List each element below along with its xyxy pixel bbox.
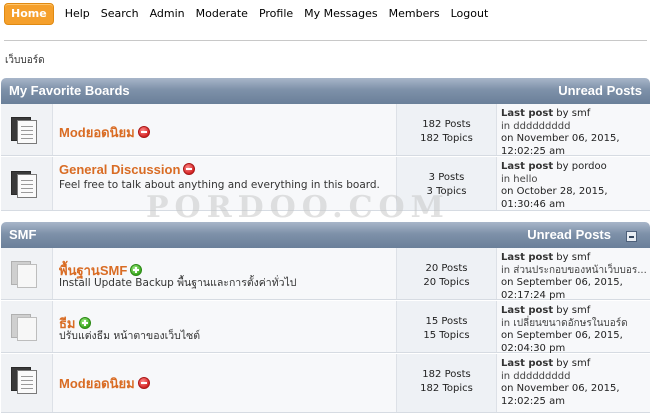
last-post-label: Last post (501, 108, 554, 119)
menu-help[interactable]: Help (65, 4, 90, 24)
last-post-info: Last post by pordoo in hello on October … (497, 157, 650, 210)
last-post-author[interactable]: by smf (556, 358, 590, 369)
board-status-red-icon (137, 126, 150, 138)
last-post-info: Last post by smf in ddddddddd on Novembe… (497, 354, 650, 412)
menu-profile[interactable]: Profile (259, 4, 293, 24)
board-row: General Discussion Feel free to talk abo… (1, 157, 650, 211)
board-row: ธีม ปรับแต่งธีม หน้าตาของเว็บไซต์ 15 Pos… (1, 301, 650, 354)
board-description: ปรับแต่งธีม หน้าตาของเว็บไซต์ (59, 330, 201, 342)
board-topics-count: 3 Topics (426, 186, 467, 197)
breadcrumb[interactable]: เว็บบอร์ด (5, 53, 45, 68)
board-row: Modยอดนิยม 182 Posts 182 Topics Last pos… (1, 104, 650, 157)
board-posts-count: 20 Posts (425, 263, 468, 274)
category-title[interactable]: SMF (9, 227, 36, 242)
board-unread-icon[interactable] (11, 312, 42, 342)
board-name[interactable]: Modยอดนิยม (59, 373, 150, 394)
menu-my-messages[interactable]: My Messages (304, 4, 377, 24)
board-posts-count: 3 Posts (428, 172, 465, 183)
category-header-smf: SMF Unread Posts (1, 222, 650, 248)
last-post-time: 01:30:46 am (501, 198, 565, 210)
last-post-label: Last post (501, 161, 554, 172)
board-status-red-icon (137, 377, 150, 389)
menu-moderate[interactable]: Moderate (196, 4, 248, 24)
last-post-topic-link[interactable]: in ddddddddd (501, 371, 650, 384)
category-title[interactable]: My Favorite Boards (9, 83, 130, 98)
last-post-author[interactable]: by smf (556, 305, 590, 316)
last-post-date: on November 06, 2015, (501, 133, 620, 144)
board-name[interactable]: General Discussion (59, 162, 196, 177)
last-post-label: Last post (501, 358, 554, 369)
last-post-date: on October 28, 2015, (501, 186, 608, 197)
collapse-icon[interactable] (626, 231, 637, 242)
board-posts-count: 182 Posts (422, 369, 471, 380)
last-post-author[interactable]: by smf (556, 108, 590, 119)
menu-logout[interactable]: Logout (451, 4, 489, 24)
last-post-time: 12:02:25 am (501, 395, 565, 407)
board-read-icon[interactable] (11, 115, 42, 145)
last-post-topic-link[interactable]: in hello (501, 174, 650, 187)
board-description: Feel free to talk about anything and eve… (59, 179, 380, 191)
board-status-green-icon (78, 317, 91, 329)
board-read-icon[interactable] (11, 365, 42, 395)
last-post-topic-link[interactable]: in ddddddddd (501, 121, 650, 134)
board-row: Modยอดนิยม 182 Posts 182 Topics Last pos… (1, 354, 650, 413)
main-menu: Home Help Search Admin Moderate Profile … (4, 3, 499, 25)
menu-search[interactable]: Search (101, 4, 139, 24)
last-post-date: on November 06, 2015, (501, 383, 620, 394)
board-status-green-icon (130, 264, 143, 276)
board-description: Install Update Backup พื้นฐานและการตั้งค… (59, 277, 297, 289)
board-row: พื้นฐานSMF Install Update Backup พื้นฐาน… (1, 248, 650, 301)
menu-home[interactable]: Home (4, 3, 54, 25)
last-post-author[interactable]: by smf (556, 252, 590, 263)
unread-posts-link[interactable]: Unread Posts (558, 83, 642, 98)
board-status-red-icon (183, 163, 196, 175)
last-post-date: on September 06, 2015, (501, 330, 623, 341)
menu-admin[interactable]: Admin (150, 4, 185, 24)
board-read-icon[interactable] (11, 169, 42, 199)
unread-posts-link[interactable]: Unread Posts (527, 227, 611, 242)
last-post-date: on September 06, 2015, (501, 277, 623, 288)
last-post-info: Last post by smf in เปลี่ยนขนาดอักษรในบอ… (497, 301, 650, 354)
board-topics-count: 15 Topics (423, 330, 470, 341)
last-post-author[interactable]: by pordoo (556, 161, 606, 172)
menu-divider (4, 40, 647, 41)
last-post-label: Last post (501, 305, 554, 316)
last-post-info: Last post by smf in ddddddddd on Novembe… (497, 104, 650, 157)
last-post-info: Last post by smf in ส่วนประกอบของหน้าเว็… (497, 248, 650, 301)
board-topics-count: 20 Topics (423, 277, 470, 288)
menu-members[interactable]: Members (389, 4, 440, 24)
last-post-topic-link[interactable]: in ส่วนประกอบของหน้าเว็บบอร... (501, 265, 650, 278)
board-topics-count: 182 Topics (420, 133, 473, 144)
board-unread-icon[interactable] (11, 259, 42, 289)
board-topics-count: 182 Topics (420, 383, 473, 394)
board-name[interactable]: Modยอดนิยม (59, 122, 150, 143)
board-posts-count: 15 Posts (425, 316, 468, 327)
last-post-label: Last post (501, 252, 554, 263)
category-header-favorites: My Favorite Boards Unread Posts (1, 78, 650, 104)
last-post-topic-link[interactable]: in เปลี่ยนขนาดอักษรในบอร์ด (501, 318, 650, 331)
board-posts-count: 182 Posts (422, 119, 471, 130)
